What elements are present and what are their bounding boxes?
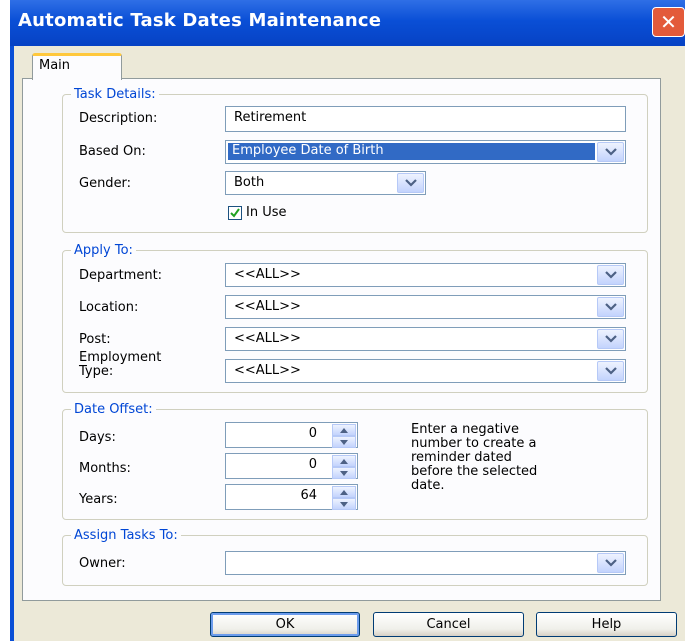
based-on-label: Based On: xyxy=(79,144,146,159)
ok-button[interactable]: OK xyxy=(210,612,360,637)
days-value: 0 xyxy=(308,426,317,441)
note-line: before the selected xyxy=(411,464,538,479)
based-on-select[interactable]: Employee Date of Birth xyxy=(225,140,626,164)
years-spinner[interactable]: 64 xyxy=(225,484,358,510)
description-field[interactable]: Retirement xyxy=(225,106,626,132)
employment-type-select[interactable]: <<ALL>> xyxy=(225,359,626,383)
gender-label: Gender: xyxy=(79,176,132,191)
task-details-legend: Task Details: xyxy=(74,87,156,102)
department-label: Department: xyxy=(79,268,163,283)
description-value: Retirement xyxy=(234,110,307,125)
owner-select[interactable] xyxy=(225,551,626,575)
based-on-value: Employee Date of Birth xyxy=(228,143,595,160)
spin-down-button[interactable] xyxy=(332,436,356,448)
employment-type-value: <<ALL>> xyxy=(234,363,301,378)
apply-to-legend: Apply To: xyxy=(74,243,133,258)
location-value: <<ALL>> xyxy=(234,299,301,314)
gender-select[interactable]: Both xyxy=(225,171,426,195)
post-value: <<ALL>> xyxy=(234,331,301,346)
note-line: number to create a xyxy=(411,436,537,451)
location-label: Location: xyxy=(79,300,139,315)
years-value: 64 xyxy=(300,488,317,503)
department-select[interactable]: <<ALL>> xyxy=(225,263,626,287)
close-icon: ✕ xyxy=(660,10,677,34)
window-title: Automatic Task Dates Maintenance xyxy=(18,10,382,31)
location-select[interactable]: <<ALL>> xyxy=(225,295,626,319)
chevron-down-icon[interactable] xyxy=(597,553,624,573)
spin-up-button[interactable] xyxy=(332,424,356,436)
chevron-down-icon[interactable] xyxy=(597,361,624,381)
employment-type-label-line2: Type: xyxy=(79,364,114,379)
chevron-down-icon[interactable] xyxy=(597,265,624,285)
spin-down-button[interactable] xyxy=(332,498,356,510)
years-label: Years: xyxy=(79,492,118,507)
months-label: Months: xyxy=(79,461,131,476)
employment-type-label-line1: Employment xyxy=(79,350,162,365)
spin-arrows-icon[interactable] xyxy=(332,455,356,479)
in-use-label: In Use xyxy=(246,205,287,220)
note-line: Enter a negative xyxy=(411,422,519,437)
spin-up-button[interactable] xyxy=(332,455,356,467)
spin-up-button[interactable] xyxy=(332,486,356,498)
chevron-down-icon[interactable] xyxy=(597,142,624,162)
date-offset-legend: Date Offset: xyxy=(74,402,153,417)
date-offset-note: Enter a negative number to create a remi… xyxy=(411,423,537,493)
employment-type-label: Employment Type: xyxy=(79,351,161,379)
note-line: date. xyxy=(411,478,445,493)
post-label: Post: xyxy=(79,332,111,347)
owner-label: Owner: xyxy=(79,556,126,571)
cancel-button[interactable]: Cancel xyxy=(373,612,524,637)
assign-tasks-legend: Assign Tasks To: xyxy=(74,528,178,543)
spin-arrows-icon[interactable] xyxy=(332,424,356,448)
close-button[interactable]: ✕ xyxy=(652,7,685,37)
months-spinner[interactable]: 0 xyxy=(225,453,358,479)
tab-main[interactable]: Main xyxy=(32,53,122,80)
spin-arrows-icon[interactable] xyxy=(332,486,356,510)
note-line: reminder dated xyxy=(411,450,512,465)
days-spinner[interactable]: 0 xyxy=(225,422,358,448)
chevron-down-icon[interactable] xyxy=(597,297,624,317)
spin-down-button[interactable] xyxy=(332,467,356,479)
days-label: Days: xyxy=(79,430,116,445)
description-label: Description: xyxy=(79,111,158,126)
chevron-down-icon[interactable] xyxy=(597,329,624,349)
post-select[interactable]: <<ALL>> xyxy=(225,327,626,351)
in-use-checkbox[interactable] xyxy=(228,206,242,220)
months-value: 0 xyxy=(308,457,317,472)
chevron-down-icon[interactable] xyxy=(397,173,424,193)
help-button[interactable]: Help xyxy=(536,612,677,637)
background-window-edge xyxy=(0,0,10,641)
check-icon xyxy=(230,208,240,218)
department-value: <<ALL>> xyxy=(234,267,301,282)
gender-value: Both xyxy=(234,175,265,190)
